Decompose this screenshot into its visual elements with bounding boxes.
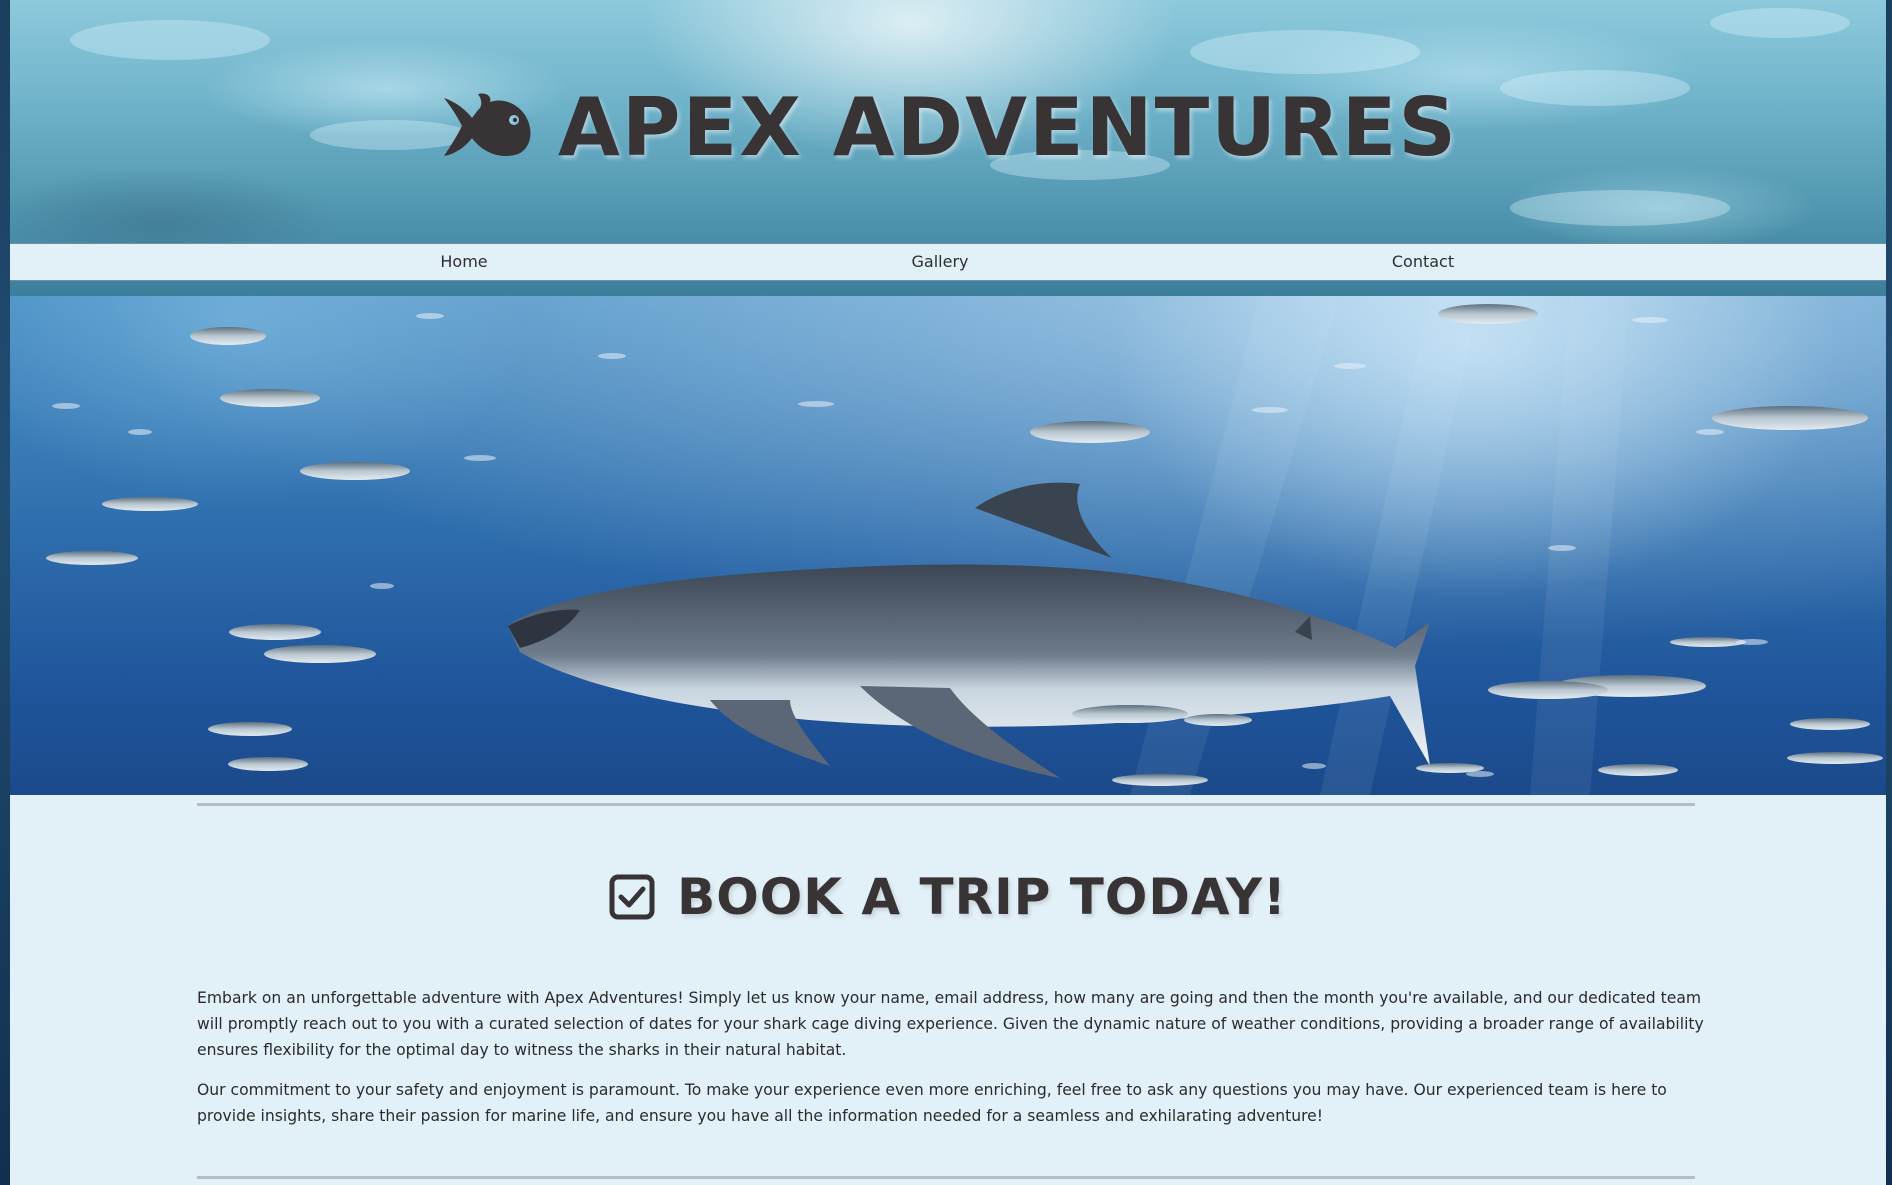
page-frame: Apex Adventures Home Gallery Contact	[10, 0, 1886, 1185]
booking-paragraph-2: Our commitment to your safety and enjoym…	[197, 1081, 1667, 1125]
checkbox-icon	[609, 874, 655, 920]
nav-home-link[interactable]: Home	[440, 244, 487, 280]
site-header: Apex Adventures Home Gallery Contact	[10, 0, 1886, 296]
fish-icon	[438, 90, 532, 166]
booking-heading: Book a Trip Today!	[677, 868, 1287, 926]
booking-section: Book a Trip Today! Embark on an unforget…	[10, 795, 1886, 1185]
nav-gallery-link[interactable]: Gallery	[912, 244, 969, 280]
booking-paragraph-1: Embark on an unforgettable adventure wit…	[197, 989, 1704, 1059]
divider-bottom	[197, 1176, 1695, 1179]
divider-top	[197, 803, 1695, 806]
site-title: Apex Adventures	[558, 81, 1458, 174]
site-title-row: Apex Adventures	[10, 78, 1886, 178]
booking-heading-row: Book a Trip Today!	[10, 867, 1886, 927]
main-nav: Home Gallery Contact	[10, 243, 1886, 281]
shark-photo	[10, 296, 1886, 795]
nav-contact-link[interactable]: Contact	[1392, 244, 1454, 280]
hero-image	[10, 296, 1886, 795]
